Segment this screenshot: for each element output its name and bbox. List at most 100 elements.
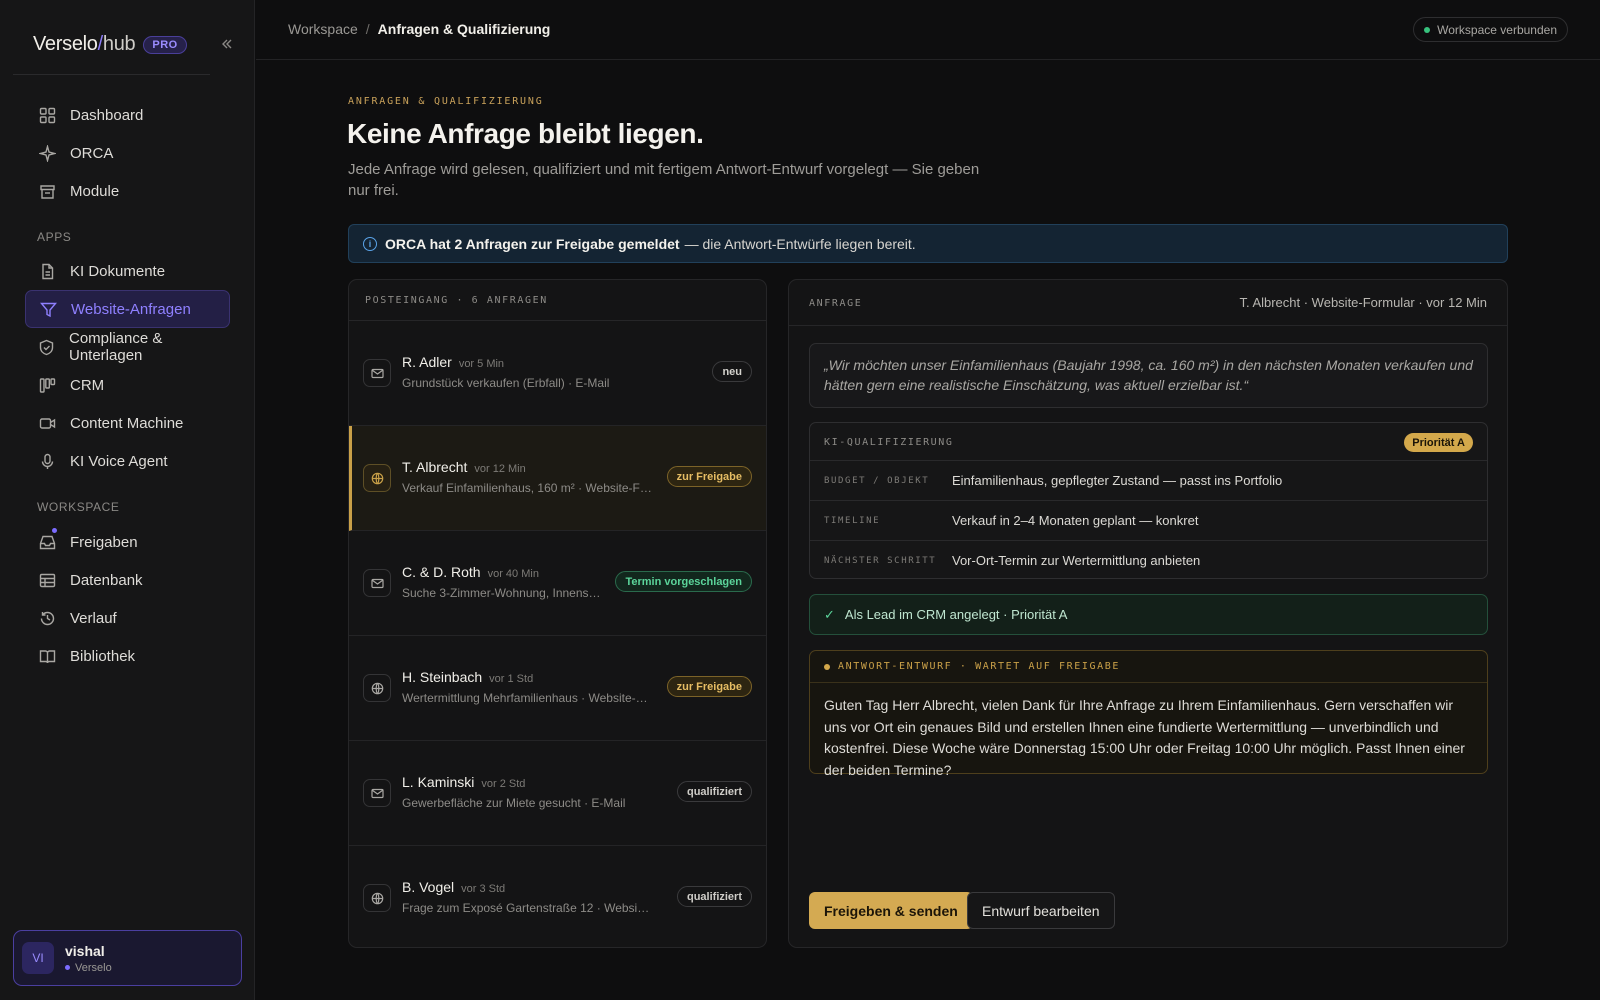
sidebar-item-compliance[interactable]: Compliance & Unterlagen [25, 328, 230, 366]
page-subtitle: Jede Anfrage wird gelesen, qualifiziert … [348, 161, 980, 199]
qualification-value: Einfamilienhaus, gepflegter Zustand — pa… [952, 473, 1283, 488]
row-time: vor 3 Std [461, 883, 506, 895]
qualification-key: BUDGET / OBJEKT [824, 476, 930, 486]
detail-label: ANFRAGE [809, 298, 863, 309]
detail-meta: T. Albrecht · Website-Formular · vor 12 … [1239, 295, 1487, 310]
brand-name: Verselo/hub [33, 33, 136, 55]
status-badge: qualifiziert [676, 886, 752, 907]
table-icon [38, 571, 56, 589]
mail-icon [363, 359, 391, 387]
detail-header: ANFRAGE T. Albrecht · Website-Formular ·… [789, 280, 1507, 326]
row-time: vor 12 Min [474, 463, 526, 475]
sidebar-item-ki-dokumente[interactable]: KI Dokumente [25, 252, 230, 290]
sidebar-item-content-machine[interactable]: Content Machine [25, 404, 230, 442]
inbox-title: POSTEINGANG · 6 ANFRAGEN [349, 280, 766, 321]
status-badge: zur Freigabe [666, 676, 752, 697]
chevrons-left-icon[interactable] [219, 36, 235, 52]
row-subject: Frage zum Exposé Gartenstraße 12 · Websi… [402, 901, 652, 915]
draft-body: Guten Tag Herr Albrecht, vielen Dank für… [824, 697, 1465, 778]
sender-name: H. Steinbach vor 1 Std [402, 669, 534, 685]
user-org: Verselo [65, 962, 112, 974]
row-time: vor 40 Min [487, 568, 539, 580]
sidebar-item-label: Compliance & Unterlagen [69, 330, 163, 364]
status-badge: qualifiziert [676, 781, 752, 802]
divider [13, 74, 210, 75]
sidebar-item-label: KI Dokumente [70, 262, 166, 280]
qualification-row: TIMELINE Verkauf in 2–4 Monaten geplant … [810, 501, 1487, 541]
notification-dot [52, 528, 57, 533]
sidebar-item-label: Dashboard [70, 106, 144, 124]
orca-notice-banner: i ORCA hat 2 Anfragen zur Freigabe gemel… [348, 224, 1508, 263]
breadcrumb: Workspace / Anfragen & Qualifizierung [288, 21, 550, 37]
inbox-row[interactable]: C. & D. Roth vor 40 Min Suche 3-Zimmer-Wo… [349, 531, 766, 636]
sidebar-item-label: Website-Anfragen [71, 300, 191, 318]
sidebar-item-orca[interactable]: ORCA [25, 134, 230, 172]
inbox-row[interactable]: B. Vogel vor 3 Std Frage zum Exposé Garte… [349, 846, 766, 947]
top-bar: Workspace / Anfragen & Qualifizierung Work… [256, 0, 1600, 60]
inbox-row[interactable]: R. Adler vor 5 Min Grundstück verkaufen (… [349, 321, 766, 426]
qualification-value: Verkauf in 2–4 Monaten geplant — konkret [952, 513, 1199, 528]
mail-icon [363, 779, 391, 807]
breadcrumb-current: Anfragen & Qualifizierung [377, 21, 551, 37]
lead-status-text: Als Lead im CRM angelegt · Priorität A [844, 607, 1068, 622]
inbox-row[interactable]: L. Kaminski vor 2 Std Gewerbefläche zur M… [349, 741, 766, 846]
sidebar-item-label: KI Voice Agent [70, 452, 168, 470]
inquiry-quote: „Wir möchten unser Einfamilienhaus (Bauj… [809, 343, 1488, 408]
inbox-row[interactable]: H. Steinbach vor 1 Std Wertermittlung Meh… [349, 636, 766, 741]
shield-icon [38, 338, 55, 356]
sender-name: L. Kaminski vor 2 Std [402, 774, 526, 790]
globe-icon [363, 464, 391, 492]
row-time: vor 1 Std [489, 673, 534, 685]
section-title-apps: APPS [37, 230, 72, 244]
store-icon [38, 182, 56, 200]
edit-draft-button[interactable]: Entwurf bearbeiten [967, 892, 1115, 929]
sidebar-item-verlauf[interactable]: Verlauf [25, 599, 230, 637]
sidebar-item-crm[interactable]: CRM [25, 366, 230, 404]
sidebar-item-bibliothek[interactable]: Bibliothek [25, 637, 230, 675]
inbox-panel: POSTEINGANG · 6 ANFRAGEN R. Adler vor 5 M… [348, 279, 767, 948]
qualification-title: KI-QUALIFIZIERUNG [824, 437, 954, 448]
status-dot [1424, 26, 1431, 33]
crm-lead-status: ✓ Als Lead im CRM angelegt · Priorität A [809, 594, 1488, 635]
ai-qualification-card: KI-QUALIFIZIERUNG Priorität A BUDGET / O… [809, 422, 1488, 579]
inbox-row-selected[interactable]: T. Albrecht vor 12 Min Verkauf Einfamilie… [349, 426, 766, 531]
qualification-row: BUDGET / OBJEKT Einfamilienhaus, gepfleg… [810, 461, 1487, 501]
row-time: vor 2 Std [481, 778, 526, 790]
status-badge: Termin vorgeschlagen [615, 571, 752, 592]
sender-name: R. Adler vor 5 Min [402, 354, 505, 370]
priority-badge: Priorität A [1404, 433, 1473, 452]
sender-name: B. Vogel vor 3 Std [402, 879, 506, 895]
document-icon [38, 262, 56, 280]
reply-draft-card: ANTWORT-ENTWURF · WARTET AUF FREIGABE Gu… [809, 650, 1488, 778]
info-icon: i [363, 236, 377, 251]
inquiry-detail-panel: ANFRAGE T. Albrecht · Website-Formular ·… [788, 279, 1508, 948]
row-subject: Wertermittlung Mehrfamilienhaus · Websit… [402, 691, 652, 705]
sidebar-item-label: Module [70, 182, 120, 200]
microphone-icon [38, 452, 56, 470]
page-eyebrow: ANFRAGEN & QUALIFIZIERUNG [348, 96, 544, 107]
video-icon [38, 414, 56, 432]
qualification-header: KI-QUALIFIZIERUNG Priorität A [810, 423, 1487, 461]
sidebar-item-module[interactable]: Module [25, 172, 230, 210]
sidebar-item-ki-voice-agent[interactable]: KI Voice Agent [25, 442, 230, 480]
pending-dot [824, 663, 830, 670]
sidebar-item-label: CRM [70, 376, 105, 394]
section-title-workspace: WORKSPACE [37, 500, 120, 514]
user-org-label: Verselo [75, 961, 112, 974]
org-dot [65, 965, 70, 970]
check-icon: ✓ [824, 606, 835, 622]
sidebar-item-dashboard[interactable]: Dashboard [25, 96, 230, 134]
filter-icon [39, 300, 57, 318]
sidebar-item-website-anfragen[interactable]: Website-Anfragen [25, 290, 230, 328]
breadcrumb-root[interactable]: Workspace [288, 21, 358, 37]
user-card[interactable]: VI vishal Verselo [13, 930, 242, 986]
sidebar-item-label: ORCA [70, 144, 114, 162]
brand-logo[interactable]: Verselo/hub PRO [33, 33, 187, 56]
approve-send-button[interactable]: Freigeben & senden [809, 892, 973, 929]
row-subject: Verkauf Einfamilienhaus, 160 m² · Websit… [402, 481, 652, 495]
book-icon [38, 647, 56, 665]
status-badge: neu [712, 361, 752, 382]
sidebar-item-datenbank[interactable]: Datenbank [25, 561, 230, 599]
plan-badge: PRO [143, 35, 187, 54]
row-subject: Grundstück verkaufen (Erbfall) · E-Mail [402, 376, 610, 390]
